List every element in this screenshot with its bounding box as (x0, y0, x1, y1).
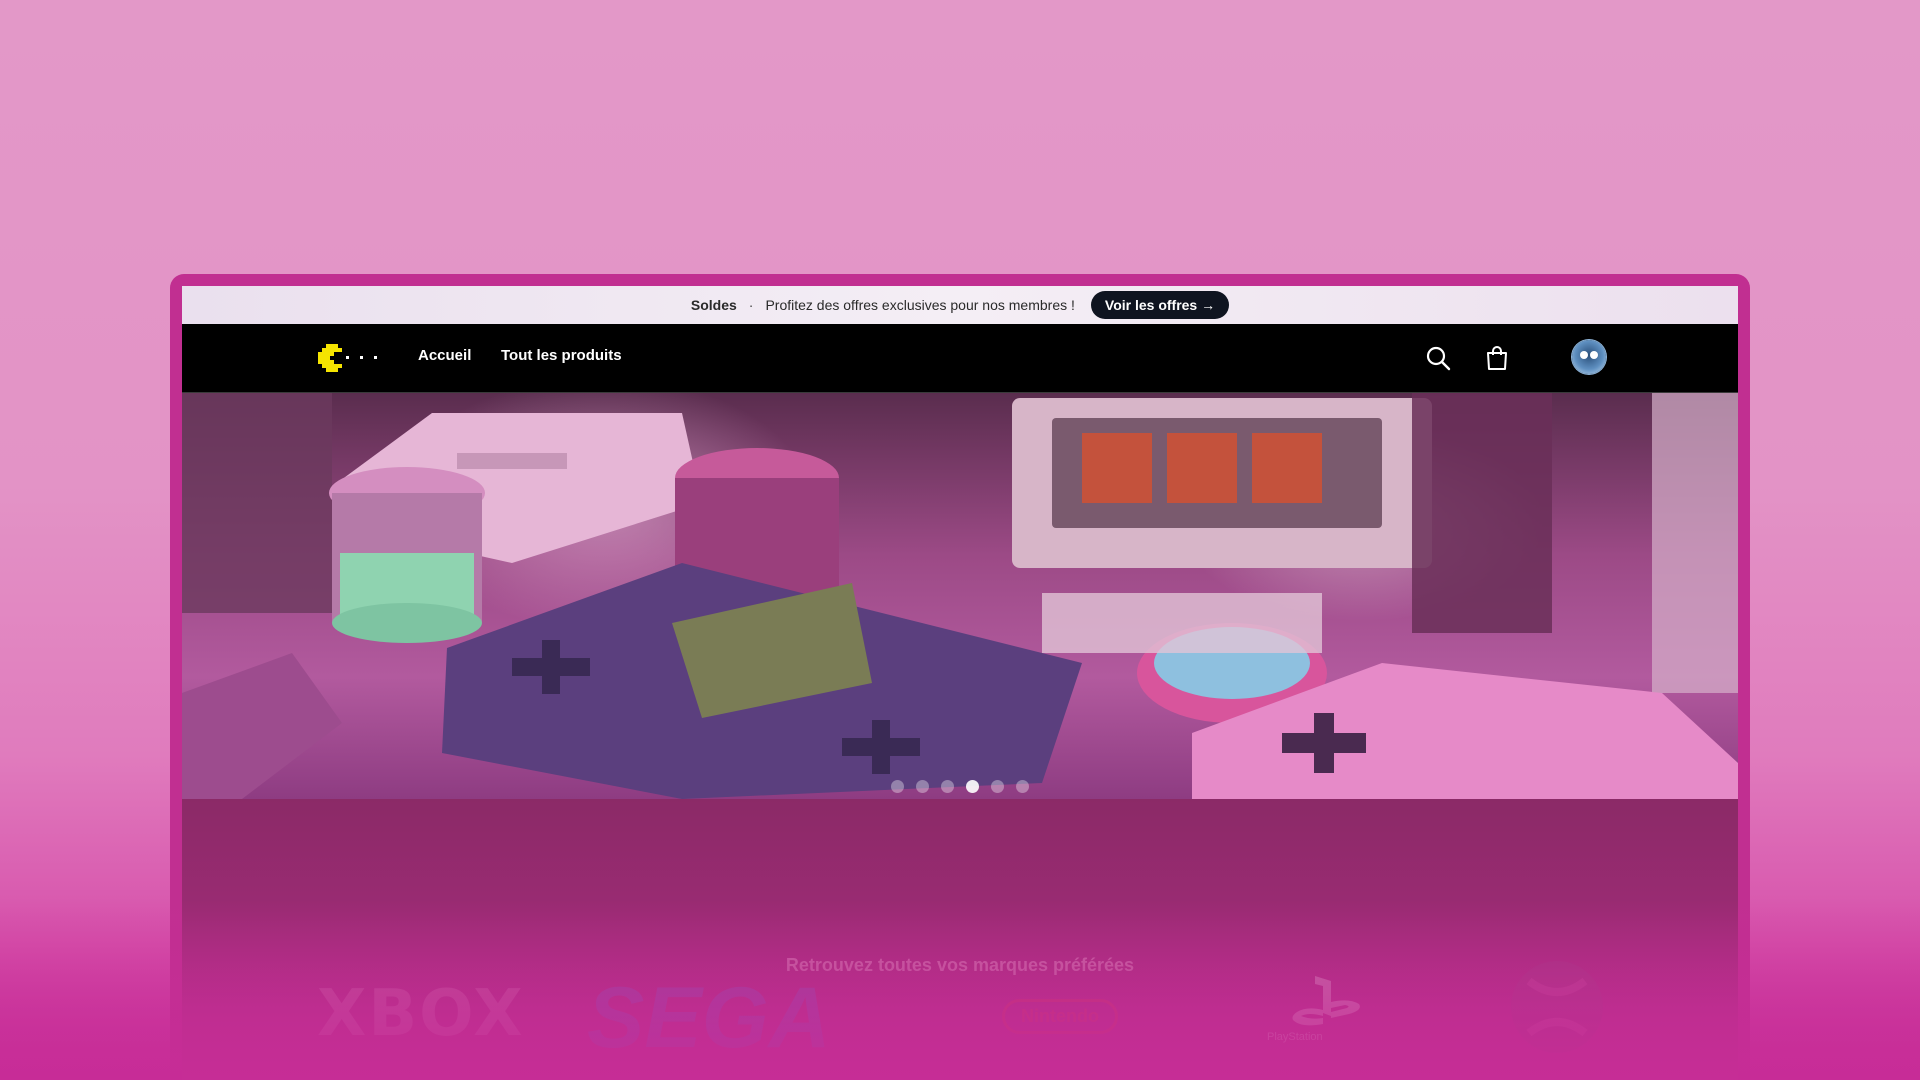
avatar-eye-right (1590, 351, 1598, 359)
carousel-dot[interactable] (916, 780, 929, 793)
hero-carousel (182, 393, 1738, 799)
carousel-dot-active[interactable] (966, 780, 979, 793)
browser-frame: Soldes · Profitez des offres exclusives … (170, 274, 1750, 1080)
carousel-dot[interactable] (991, 780, 1004, 793)
promo-title: Soldes (690, 297, 737, 313)
avatar-eye-left (1580, 351, 1588, 359)
retro-consoles-image (182, 393, 1738, 799)
search-icon[interactable] (1424, 344, 1452, 372)
playstation-logo-icon[interactable] (1287, 972, 1367, 1032)
user-avatar[interactable] (1572, 340, 1606, 374)
pacman-logo-icon[interactable] (316, 342, 388, 374)
brand-playstation-label: PlayStation (1267, 1031, 1323, 1043)
xbox-sphere-logo-icon[interactable] (1507, 957, 1607, 1057)
brand-logo-sega[interactable]: SEGA (587, 969, 831, 1068)
brand-logo-xbox-text[interactable]: XBOX (317, 977, 525, 1051)
carousel-dot[interactable] (891, 780, 904, 793)
website-viewport: Soldes · Profitez des offres exclusives … (182, 286, 1738, 1080)
carousel-dot[interactable] (941, 780, 954, 793)
brands-section: Retrouvez toutes vos marques préférées X… (182, 799, 1738, 1080)
promo-message: Profitez des offres exclusives pour nos … (765, 297, 1075, 313)
brand-logo-nintendo[interactable]: Nintendo (1002, 999, 1118, 1034)
view-offers-button[interactable]: Voir les offres → (1090, 291, 1230, 319)
carousel-pagination (182, 780, 1738, 794)
promo-bar: Soldes · Profitez des offres exclusives … (182, 286, 1738, 324)
shopping-bag-icon[interactable] (1483, 344, 1511, 372)
promo-separator: · (748, 297, 754, 313)
nav-home-link[interactable]: Accueil (418, 347, 471, 364)
nav-all-products-link[interactable]: Tout les produits (501, 347, 622, 364)
main-navbar: Accueil Tout les produits (182, 324, 1738, 393)
brands-heading: Retrouvez toutes vos marques préférées (785, 955, 1135, 975)
carousel-dot[interactable] (1016, 780, 1029, 793)
